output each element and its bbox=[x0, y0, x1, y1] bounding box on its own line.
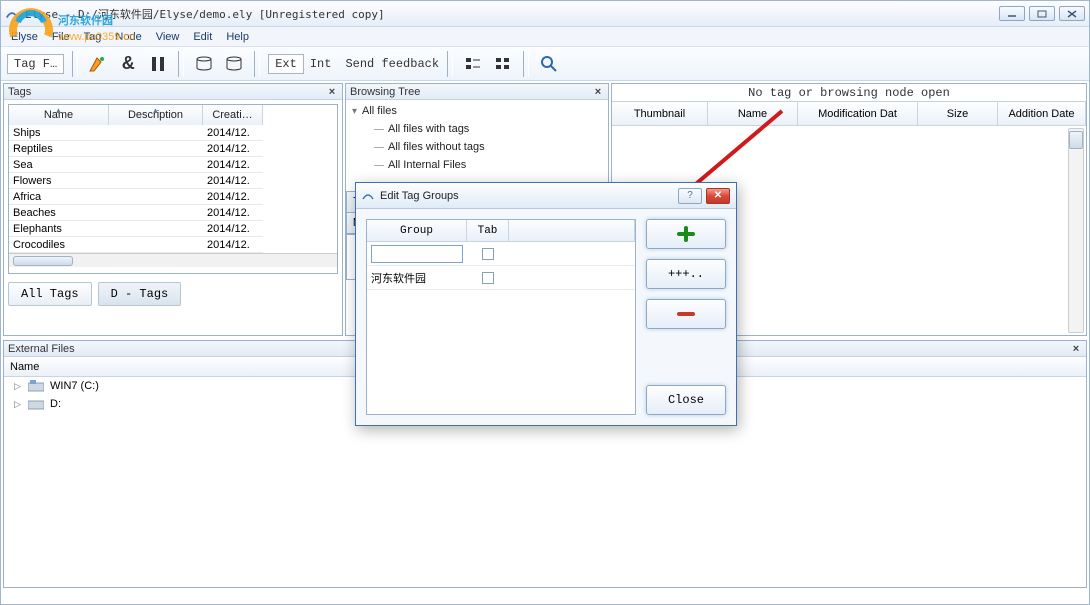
more-button[interactable]: +++.. bbox=[646, 259, 726, 289]
tab-checkbox[interactable] bbox=[482, 248, 494, 260]
thumb-v-scrollbar[interactable] bbox=[1068, 128, 1084, 333]
tag-groups-table: Group Tab 河东软件园 bbox=[366, 219, 636, 415]
tags-panel-close-icon[interactable]: × bbox=[326, 86, 338, 98]
thumb-col-name[interactable]: Name bbox=[708, 102, 798, 125]
search-icon[interactable] bbox=[537, 52, 561, 76]
tags-row[interactable]: Africa2014/12. bbox=[9, 189, 337, 205]
browse-panel-close-icon[interactable]: × bbox=[592, 86, 604, 98]
close-dialog-button[interactable]: Close bbox=[646, 385, 726, 415]
drive-d-icon bbox=[28, 398, 44, 410]
remove-group-button[interactable] bbox=[646, 299, 726, 329]
thumb-col-thumbnail[interactable]: Thumbnail bbox=[612, 102, 708, 125]
node-icon-2[interactable] bbox=[222, 52, 246, 76]
tags-panel: Tags × ▲Name ▲Description Creati… Ships2… bbox=[3, 83, 343, 336]
marker-icon[interactable] bbox=[86, 52, 110, 76]
view-icon-1[interactable] bbox=[461, 52, 485, 76]
tags-table: ▲Name ▲Description Creati… Ships2014/12.… bbox=[8, 104, 338, 274]
tags-row[interactable]: Beaches2014/12. bbox=[9, 205, 337, 221]
tree-item[interactable]: All files with tags bbox=[346, 120, 608, 138]
tags-col-name[interactable]: ▲Name bbox=[9, 105, 109, 125]
menu-view[interactable]: View bbox=[156, 31, 180, 43]
menubar: Elyse File Tag Node View Edit Help bbox=[1, 27, 1089, 47]
tags-row[interactable]: Ships2014/12. bbox=[9, 125, 337, 141]
thumb-col-moddate[interactable]: Modification Dat bbox=[798, 102, 918, 125]
tags-row[interactable]: Elephants2014/12. bbox=[9, 221, 337, 237]
tree-item[interactable]: All files without tags bbox=[346, 138, 608, 156]
toolbar-separator bbox=[523, 51, 529, 77]
group-name-input[interactable] bbox=[371, 245, 463, 263]
col-group[interactable]: Group bbox=[367, 220, 467, 242]
tab-checkbox[interactable] bbox=[482, 272, 494, 284]
pause-icon[interactable] bbox=[146, 52, 170, 76]
tags-row[interactable]: Flowers2014/12. bbox=[9, 173, 337, 189]
dialog-close-button[interactable]: ✕ bbox=[706, 188, 730, 204]
menu-edit[interactable]: Edit bbox=[193, 31, 212, 43]
tree-item[interactable]: All Internal Files bbox=[346, 156, 608, 174]
dialog-help-button[interactable]: ? bbox=[678, 188, 702, 204]
tags-h-scrollbar[interactable] bbox=[9, 253, 337, 267]
view-icon-2[interactable] bbox=[491, 52, 515, 76]
tree-root[interactable]: ▾All files bbox=[346, 102, 608, 120]
minimize-button[interactable] bbox=[999, 6, 1025, 21]
menu-elyse[interactable]: Elyse bbox=[11, 31, 38, 43]
tags-col-created[interactable]: Creati… bbox=[203, 105, 263, 125]
close-button[interactable] bbox=[1059, 6, 1085, 21]
tags-panel-title: Tags bbox=[8, 86, 31, 98]
toolbar-separator bbox=[178, 51, 184, 77]
tags-row[interactable]: Reptiles2014/12. bbox=[9, 141, 337, 157]
toolbar: Tag F… & Ext Int Send feedback bbox=[1, 47, 1089, 81]
group-row[interactable] bbox=[367, 242, 635, 266]
thumb-col-size[interactable]: Size bbox=[918, 102, 998, 125]
menu-node[interactable]: Node bbox=[115, 31, 141, 43]
window-title: Elyse - D:/河东软件园/Elyse/demo.ely [Unregis… bbox=[25, 6, 999, 22]
ampersand-icon[interactable]: & bbox=[116, 52, 140, 76]
toolbar-separator bbox=[447, 51, 453, 77]
menu-tag[interactable]: Tag bbox=[84, 31, 102, 43]
col-tab[interactable]: Tab bbox=[467, 220, 509, 242]
tab-d-tags[interactable]: D - Tags bbox=[98, 282, 182, 306]
dialog-title: Edit Tag Groups bbox=[380, 190, 459, 202]
browse-panel-title: Browsing Tree bbox=[350, 86, 420, 98]
tab-all-tags[interactable]: All Tags bbox=[8, 282, 92, 306]
titlebar: Elyse - D:/河东软件园/Elyse/demo.ely [Unregis… bbox=[1, 1, 1089, 27]
menu-help[interactable]: Help bbox=[226, 31, 249, 43]
tags-col-desc[interactable]: ▲Description bbox=[109, 105, 203, 125]
int-button[interactable]: Int bbox=[310, 57, 332, 71]
thumb-empty-text: No tag or browsing node open bbox=[612, 84, 1086, 102]
app-icon bbox=[5, 7, 19, 21]
send-feedback-button[interactable]: Send feedback bbox=[345, 57, 439, 71]
thumb-col-adddate[interactable]: Addition Date bbox=[998, 102, 1086, 125]
menu-file[interactable]: File bbox=[52, 31, 70, 43]
tags-row[interactable]: Sea2014/12. bbox=[9, 157, 337, 173]
dialog-icon bbox=[362, 190, 374, 202]
edit-tag-groups-dialog: Edit Tag Groups ? ✕ Group Tab 河东软件园 +++.… bbox=[355, 182, 737, 426]
group-row[interactable]: 河东软件园 bbox=[367, 266, 635, 290]
tag-folder-button[interactable]: Tag F… bbox=[7, 54, 64, 74]
tags-row[interactable]: Crocodiles2014/12. bbox=[9, 237, 337, 253]
ext-panel-close-icon[interactable]: × bbox=[1070, 343, 1082, 355]
drive-c-icon bbox=[28, 380, 44, 392]
browsing-tree: ▾All files All files with tags All files… bbox=[346, 100, 608, 192]
node-icon-1[interactable] bbox=[192, 52, 216, 76]
toolbar-separator bbox=[254, 51, 260, 77]
ext-panel-title: External Files bbox=[8, 343, 75, 355]
toolbar-separator bbox=[72, 51, 78, 77]
ext-button[interactable]: Ext bbox=[268, 54, 304, 74]
add-group-button[interactable] bbox=[646, 219, 726, 249]
maximize-button[interactable] bbox=[1029, 6, 1055, 21]
col-rest bbox=[509, 220, 635, 242]
